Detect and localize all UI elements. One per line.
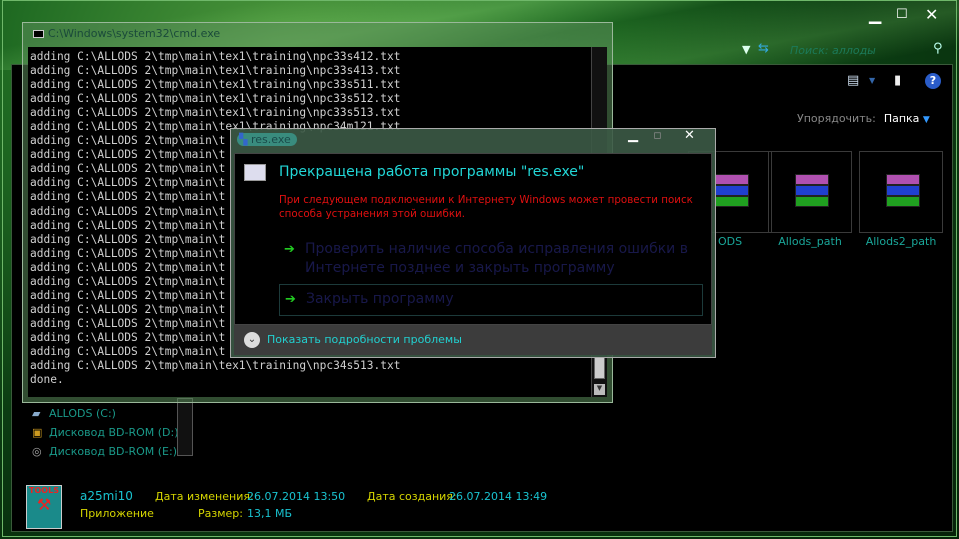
details-pane: TOOLS ⚒ a25mi10 Приложение Дата изменения… — [12, 477, 952, 533]
cmd-title: C:\Windows\system32\cmd.exe — [48, 27, 221, 40]
program-icon — [244, 164, 266, 181]
preview-pane-icon[interactable]: ▮ — [894, 73, 901, 88]
error-dialog: ▚ res.exe ▁ ▫ ✕ Прекращена работа програ… — [230, 128, 716, 358]
console-line: adding C:\ALLODS 2\tmp\main\tex1\trainin… — [30, 359, 401, 373]
console-line: adding C:\ALLODS 2\tmp\main\tex1\trainin… — [30, 50, 401, 63]
cmd-icon — [33, 30, 44, 38]
sort-control[interactable]: Упорядочить: Папка ▼ — [797, 112, 930, 125]
file-tile-label: Allods_path — [778, 235, 842, 248]
close-button[interactable]: ✕ — [925, 5, 938, 24]
winrar-archive-icon — [886, 174, 920, 208]
drive-icon: ▰ — [32, 407, 41, 420]
chevron-down-icon: ⌄ — [244, 332, 260, 348]
search-icon[interactable]: ⚲ — [933, 41, 952, 56]
view-options-icon[interactable]: ▤ — [847, 73, 859, 88]
dialog-body: Прекращена работа программы "res.exe" Пр… — [234, 153, 712, 325]
refresh-icon[interactable]: ⇆ — [758, 41, 769, 56]
winrar-archive-icon — [795, 174, 829, 208]
created-value: 26.07.2014 13:49 — [449, 490, 548, 503]
file-tile-label: Allods2_path — [865, 235, 937, 248]
console-line: adding C:\ALLODS 2\tmp\main\tex1\trainin… — [30, 106, 401, 120]
close-program-option[interactable]: ➔ Закрыть программу — [279, 284, 703, 316]
show-details-toggle[interactable]: ⌄ Показать подробности проблемы — [234, 325, 712, 355]
app-icon: ▚ — [239, 133, 248, 146]
dialog-titlebar[interactable]: ▚ res.exe — [237, 133, 297, 146]
dialog-close-button[interactable]: ✕ — [684, 128, 695, 143]
scroll-down-arrow[interactable]: ▼ — [594, 384, 605, 395]
console-line: adding C:\ALLODS 2\tmp\main\tex1\trainin… — [30, 78, 401, 92]
nav-item-label: ALLODS (C:) — [49, 407, 116, 420]
created-label: Дата создания: — [367, 490, 457, 503]
file-name: a25mi10 — [80, 489, 133, 503]
nav-item-drive-e[interactable]: ◎ Дисковод BD-ROM (E:) H — [32, 445, 189, 458]
nav-item-label: Дисковод BD-ROM (D:) C — [49, 426, 190, 439]
file-tile-allods-path[interactable] — [768, 151, 852, 233]
green-arrow-icon: ➔ — [285, 292, 296, 307]
nav-scrollbar[interactable] — [177, 398, 193, 456]
scrollbar-thumb[interactable] — [594, 357, 605, 379]
cmd-titlebar[interactable]: C:\Windows\system32\cmd.exe — [33, 27, 220, 40]
search-input[interactable]: Поиск: аллоды — [786, 41, 946, 61]
history-dropdown-icon[interactable]: ▼ — [742, 43, 750, 56]
size-label: Размер: — [198, 507, 243, 520]
size-value: 13,1 МБ — [247, 507, 293, 520]
sort-label: Упорядочить: — [797, 112, 876, 125]
modified-label: Дата изменения: — [155, 490, 254, 503]
modified-value: 26.07.2014 13:50 — [247, 490, 346, 503]
maximize-button[interactable]: ☐ — [896, 7, 908, 22]
console-line: done. — [30, 373, 64, 387]
console-line: adding C:\ALLODS 2\tmp\main\tex1\trainin… — [30, 64, 401, 78]
dialog-minimize-button[interactable]: ▁ — [628, 128, 638, 143]
option-label: Закрыть программу — [306, 291, 454, 307]
help-icon[interactable]: ? — [925, 73, 941, 89]
search-placeholder: Поиск: аллоды — [790, 44, 876, 57]
console-line: adding C:\ALLODS 2\tmp\main\tex1\trainin… — [30, 92, 401, 106]
tools-app-icon: TOOLS ⚒ — [26, 485, 62, 529]
dialog-maximize-button: ▫ — [653, 128, 662, 143]
sort-value: Папка — [883, 112, 920, 125]
nav-item-drive-c[interactable]: ▰ ALLODS (C:) — [32, 407, 116, 420]
bd-rom-icon: ◎ — [32, 445, 42, 458]
option-label: Проверить наличие способа исправления ош… — [305, 241, 688, 276]
check-solution-option[interactable]: ➔ Проверить наличие способа исправления о… — [279, 240, 703, 278]
dialog-heading: Прекращена работа программы "res.exe" — [279, 164, 585, 180]
file-tile-allods2-path[interactable] — [859, 151, 943, 233]
dialog-message: При следующем подключении к Интернету Wi… — [279, 194, 693, 220]
winrar-archive-icon — [715, 174, 749, 208]
minimize-button[interactable]: ▁ — [869, 5, 881, 24]
sort-dropdown-icon: ▼ — [922, 115, 930, 125]
nav-item-drive-d[interactable]: ▣ Дисковод BD-ROM (D:) C — [32, 426, 190, 439]
bd-rom-icon: ▣ — [32, 426, 43, 439]
file-type: Приложение — [80, 507, 154, 520]
nav-item-label: Дисковод BD-ROM (E:) H — [49, 445, 189, 458]
show-details-label: Показать подробности проблемы — [267, 333, 462, 346]
view-dropdown-icon[interactable]: ▼ — [869, 76, 875, 85]
dialog-title: res.exe — [250, 133, 291, 146]
green-arrow-icon: ➔ — [284, 242, 295, 257]
